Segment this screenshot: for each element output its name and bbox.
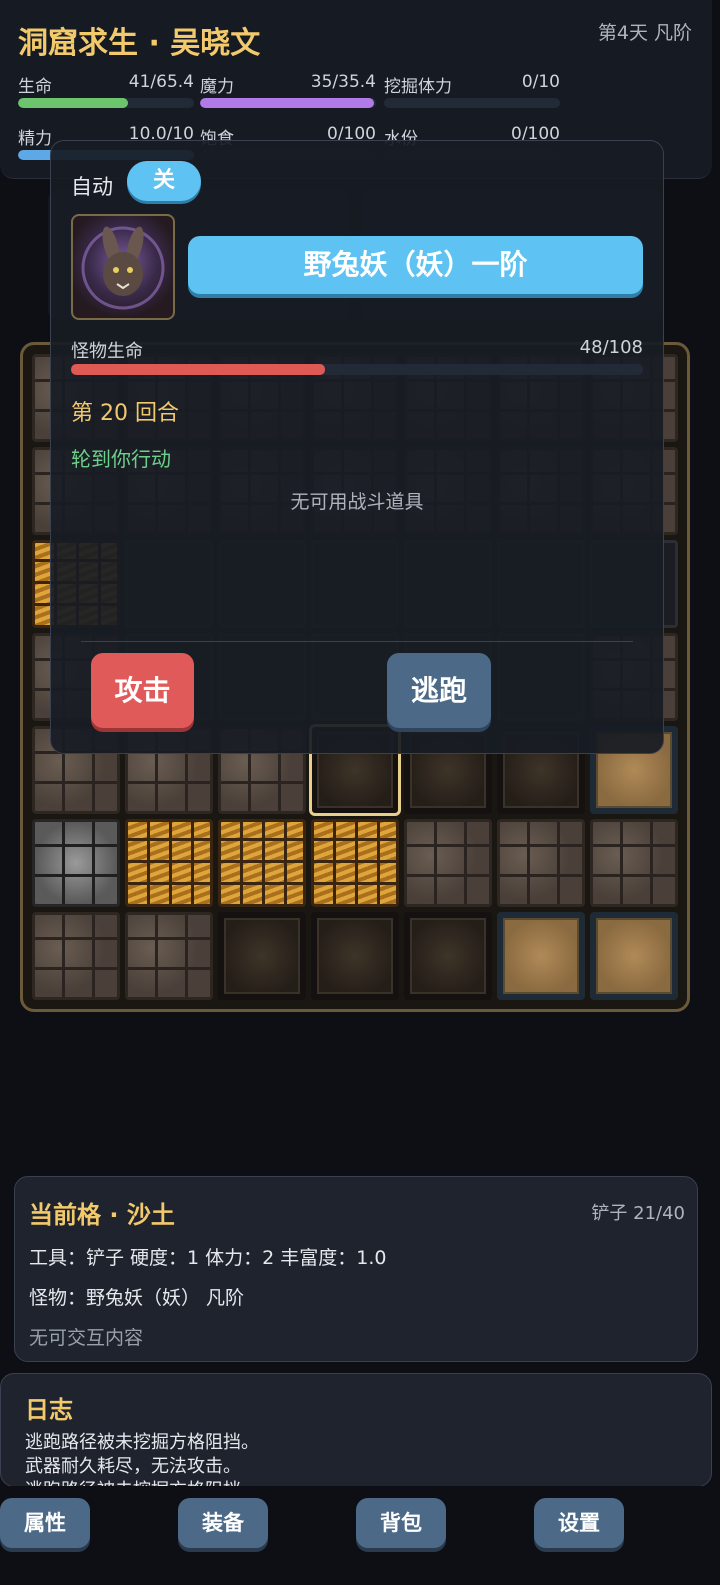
- stat-label: 精力: [18, 129, 52, 149]
- tile-dirt[interactable]: [404, 912, 492, 1000]
- tile-sand[interactable]: [497, 912, 585, 1000]
- stat-value: 35/35.4: [310, 72, 376, 92]
- attack-button[interactable]: 攻击: [91, 653, 194, 728]
- tile-stone[interactable]: [32, 912, 120, 1000]
- battle-dialog: 自动 关 野兔妖（妖）一阶 怪物生命 48/108 第 20 回合 轮到你行动 …: [50, 140, 664, 754]
- no-interaction-text: 无可交互内容: [29, 1327, 144, 1349]
- auto-toggle[interactable]: 关: [127, 161, 201, 201]
- monster-name-button[interactable]: 野兔妖（妖）一阶: [188, 236, 643, 294]
- tile-stone[interactable]: [497, 819, 585, 907]
- nav-backpack-button[interactable]: 背包: [356, 1498, 446, 1548]
- bottom-nav: 属性 装备 背包 设置: [0, 1486, 720, 1585]
- stat-bar: [384, 98, 560, 108]
- tile-stone[interactable]: [404, 819, 492, 907]
- nav-settings-button[interactable]: 设置: [534, 1498, 624, 1548]
- tile-gold[interactable]: [311, 819, 399, 907]
- stat-value: 0/10: [521, 72, 560, 92]
- tile-stats: 工具：铲子 硬度：1 体力：2 丰富度：1.0: [29, 1247, 387, 1269]
- tile-stone[interactable]: [590, 819, 678, 907]
- turn-indicator: 轮到你行动: [71, 447, 171, 471]
- tile-iron[interactable]: [32, 819, 120, 907]
- stat-bar-fill: [18, 98, 129, 108]
- stat-bar: [18, 98, 194, 108]
- tile-dirt[interactable]: [218, 912, 306, 1000]
- monster-portrait: [71, 214, 175, 320]
- tile-sand[interactable]: [590, 912, 678, 1000]
- nav-equipment-button[interactable]: 装备: [178, 1498, 268, 1548]
- nav-attributes-button[interactable]: 属性: [0, 1498, 90, 1548]
- monster-hp-bar: [71, 364, 643, 375]
- monster-hp-label: 怪物生命: [71, 341, 143, 362]
- divider: [81, 641, 633, 642]
- game-title: 洞窟求生 · 吴晓文: [18, 26, 261, 61]
- tile-dirt[interactable]: [311, 912, 399, 1000]
- current-tile-panel: 当前格 · 沙土 铲子 21/40 工具：铲子 硬度：1 体力：2 丰富度：1.…: [14, 1176, 698, 1362]
- tile-stone[interactable]: [125, 912, 213, 1000]
- round-counter: 第 20 回合: [71, 401, 179, 426]
- auto-label: 自动: [71, 175, 113, 199]
- tile-gold[interactable]: [125, 819, 213, 907]
- day-indicator: 第4天 凡阶: [597, 22, 692, 44]
- stat-label: 生命: [18, 77, 52, 97]
- monster-hp-fill: [71, 364, 325, 375]
- stat-value: 41/65.4: [128, 72, 194, 92]
- no-item-message: 无可用战斗道具: [290, 491, 424, 513]
- monster-hp-value: 48/108: [579, 337, 643, 358]
- stat-bar: [200, 98, 376, 108]
- rabbit-monster-icon: [81, 226, 165, 310]
- log-panel[interactable]: 日志 逃跑路径被未挖掘方格阻挡。 武器耐久耗尽，无法攻击。 逃跑路径被未挖掘方格…: [0, 1373, 712, 1487]
- tool-durability: 铲子 21/40: [591, 1203, 685, 1224]
- stat-label: 魔力: [200, 77, 234, 97]
- stat-label: 挖掘体力: [384, 77, 452, 97]
- log-entry: 逃跑路径被未挖掘方格阻挡。: [25, 1432, 259, 1453]
- panel-title: 当前格 · 沙土: [29, 1201, 175, 1229]
- log-title: 日志: [25, 1396, 73, 1424]
- flee-button[interactable]: 逃跑: [387, 653, 491, 728]
- tile-gold[interactable]: [218, 819, 306, 907]
- stat-bar-fill: [200, 98, 375, 108]
- log-entry: 武器耐久耗尽，无法攻击。: [25, 1456, 241, 1477]
- tile-monster: 怪物：野兔妖（妖） 凡阶: [29, 1287, 245, 1309]
